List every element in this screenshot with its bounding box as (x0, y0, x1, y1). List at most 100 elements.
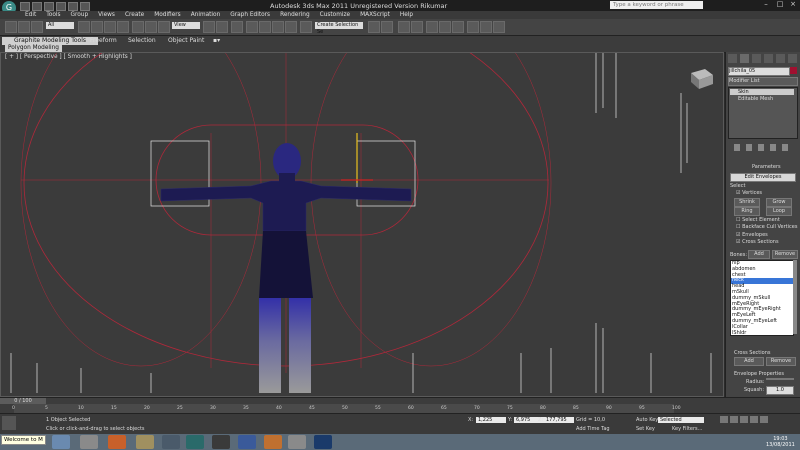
z-coordinate-field[interactable]: 177,795 (544, 417, 574, 423)
tab-freeform[interactable]: Freeform (90, 37, 117, 45)
create-tab-icon[interactable] (728, 54, 737, 63)
remove-modifier-icon[interactable] (770, 144, 776, 151)
ring-button[interactable]: Ring (734, 207, 760, 216)
goto-start-icon[interactable] (720, 416, 728, 423)
minimize-button[interactable]: – (760, 0, 772, 9)
modify-tab-icon[interactable] (740, 54, 749, 63)
bones-scrollbar[interactable] (793, 260, 797, 334)
open-icon[interactable] (32, 2, 42, 11)
configure-sets-icon[interactable] (782, 144, 788, 151)
grow-button[interactable]: Grow (766, 198, 792, 207)
hierarchy-tab-icon[interactable] (752, 54, 761, 63)
rendered-frame-icon[interactable] (480, 21, 492, 33)
auto-key-button[interactable]: Auto Key (636, 417, 658, 423)
perspective-viewport[interactable]: [ + ] [ Perspective ] [ Smooth + Highlig… (0, 52, 724, 397)
manipulate-icon[interactable] (216, 21, 228, 33)
polygon-modeling-panel[interactable]: Polygon Modeling (5, 45, 62, 52)
named-selection-dropdown[interactable]: Create Selection Se (315, 22, 363, 35)
selection-filter-dropdown[interactable]: All (46, 22, 74, 29)
x-coordinate-field[interactable]: 1,225 (476, 417, 506, 423)
menu-edit[interactable]: Edit (20, 11, 41, 19)
cross-section-add-button[interactable]: Add (734, 357, 764, 366)
menu-group[interactable]: Group (66, 11, 94, 19)
add-time-tag[interactable]: Add Time Tag (576, 426, 610, 432)
mirror-icon[interactable] (368, 21, 380, 33)
menu-modifiers[interactable]: Modifiers (149, 11, 185, 19)
render-setup-icon[interactable] (467, 21, 479, 33)
app-icon[interactable] (212, 435, 230, 449)
edit-envelopes-button[interactable]: Edit Envelopes (730, 173, 796, 182)
snap-toggle-icon[interactable] (246, 21, 258, 33)
show-end-result-icon[interactable] (746, 144, 752, 151)
bone-list-item[interactable]: lShldr (731, 330, 793, 335)
curve-editor-icon[interactable] (426, 21, 438, 33)
keyboard-shortcut-icon[interactable] (231, 21, 243, 33)
reference-coordinate-dropdown[interactable]: View (172, 22, 200, 29)
key-filters-button[interactable]: Key Filters... (672, 426, 702, 432)
make-unique-icon[interactable] (758, 144, 764, 151)
unlink-icon[interactable] (31, 21, 43, 33)
remove-bone-button[interactable]: Remove (772, 250, 798, 259)
select-link-icon[interactable] (18, 21, 30, 33)
track-bar[interactable]: 0 5 10 15 20 25 30 35 40 45 50 55 60 65 70 75 80 85 90 95 10… (12, 404, 681, 413)
ribbon-options-icon[interactable]: ▪▾ (213, 37, 220, 45)
menu-rendering[interactable]: Rendering (275, 11, 315, 19)
edit-named-selection-icon[interactable] (300, 21, 312, 33)
cross-section-remove-button[interactable]: Remove (766, 357, 796, 366)
explorer-icon[interactable] (52, 435, 70, 449)
menu-customize[interactable]: Customize (315, 11, 355, 19)
previous-frame-icon[interactable] (730, 416, 738, 423)
bones-list[interactable]: hip abdomen chest neck head mSkull dummy_mSkul… (730, 260, 794, 336)
stack-item-skin[interactable]: Skin (730, 89, 794, 95)
system-clock[interactable]: 19:03 13/08/2011 (766, 436, 795, 448)
save-icon[interactable] (44, 2, 54, 11)
menu-views[interactable]: Views (93, 11, 120, 19)
redo-icon[interactable] (68, 2, 78, 11)
unity-icon[interactable] (162, 435, 180, 449)
archive-icon[interactable] (264, 435, 282, 449)
close-button[interactable]: × (787, 0, 799, 9)
align-icon[interactable] (381, 21, 393, 33)
menu-create[interactable]: Create (120, 11, 149, 19)
tab-selection[interactable]: Selection (128, 37, 156, 45)
object-color-swatch[interactable] (790, 67, 797, 74)
stack-item-editable-mesh[interactable]: Editable Mesh (730, 96, 773, 102)
move-icon[interactable] (132, 21, 144, 33)
rotate-icon[interactable] (145, 21, 157, 33)
media-icon[interactable] (80, 435, 98, 449)
backface-cull-checkbox[interactable]: ☐ Backface Cull Vertices (736, 224, 797, 230)
cross-sections-checkbox[interactable]: ☑ Cross Sections (736, 239, 779, 245)
goto-end-icon[interactable] (760, 416, 768, 423)
undo-toolbar-icon[interactable] (5, 21, 17, 33)
tab-object-paint[interactable]: Object Paint (168, 37, 204, 45)
modifier-list-dropdown[interactable]: Modifier List (728, 77, 798, 86)
parameters-rollout-title[interactable]: Parameters (752, 164, 781, 170)
select-by-name-icon[interactable] (91, 21, 103, 33)
tab-graphite-modeling-tools[interactable]: Graphite Modeling Tools (2, 37, 99, 45)
firefox-icon[interactable] (108, 435, 126, 449)
add-bone-button[interactable]: Add (748, 250, 770, 259)
menu-maxscript[interactable]: MAXScript (355, 11, 395, 19)
envelopes-checkbox[interactable]: ☑ Envelopes (736, 232, 768, 238)
rect-selection-icon[interactable] (104, 21, 116, 33)
photoshop-icon[interactable] (314, 435, 332, 449)
set-key-button[interactable]: Set Key (636, 426, 655, 432)
help-search-input[interactable]: Type a keyword or phrase (610, 1, 703, 9)
next-frame-icon[interactable] (750, 416, 758, 423)
menu-tools[interactable]: Tools (41, 11, 65, 19)
window-crossing-icon[interactable] (117, 21, 129, 33)
motion-tab-icon[interactable] (764, 54, 773, 63)
pin-stack-icon[interactable] (734, 144, 740, 151)
play-icon[interactable] (740, 416, 748, 423)
tool-icon[interactable] (288, 435, 306, 449)
object-name-field[interactable]: jillchila_05 (728, 67, 790, 76)
select-element-checkbox[interactable]: ☐ Select Element (736, 217, 780, 223)
menu-help[interactable]: Help (395, 11, 418, 19)
maximize-button[interactable]: □ (774, 0, 786, 9)
undo-icon[interactable] (56, 2, 66, 11)
menu-animation[interactable]: Animation (186, 11, 226, 19)
new-icon[interactable] (20, 2, 30, 11)
loop-button[interactable]: Loop (766, 207, 792, 216)
percent-snap-icon[interactable] (272, 21, 284, 33)
project-folder-icon[interactable] (80, 2, 90, 11)
